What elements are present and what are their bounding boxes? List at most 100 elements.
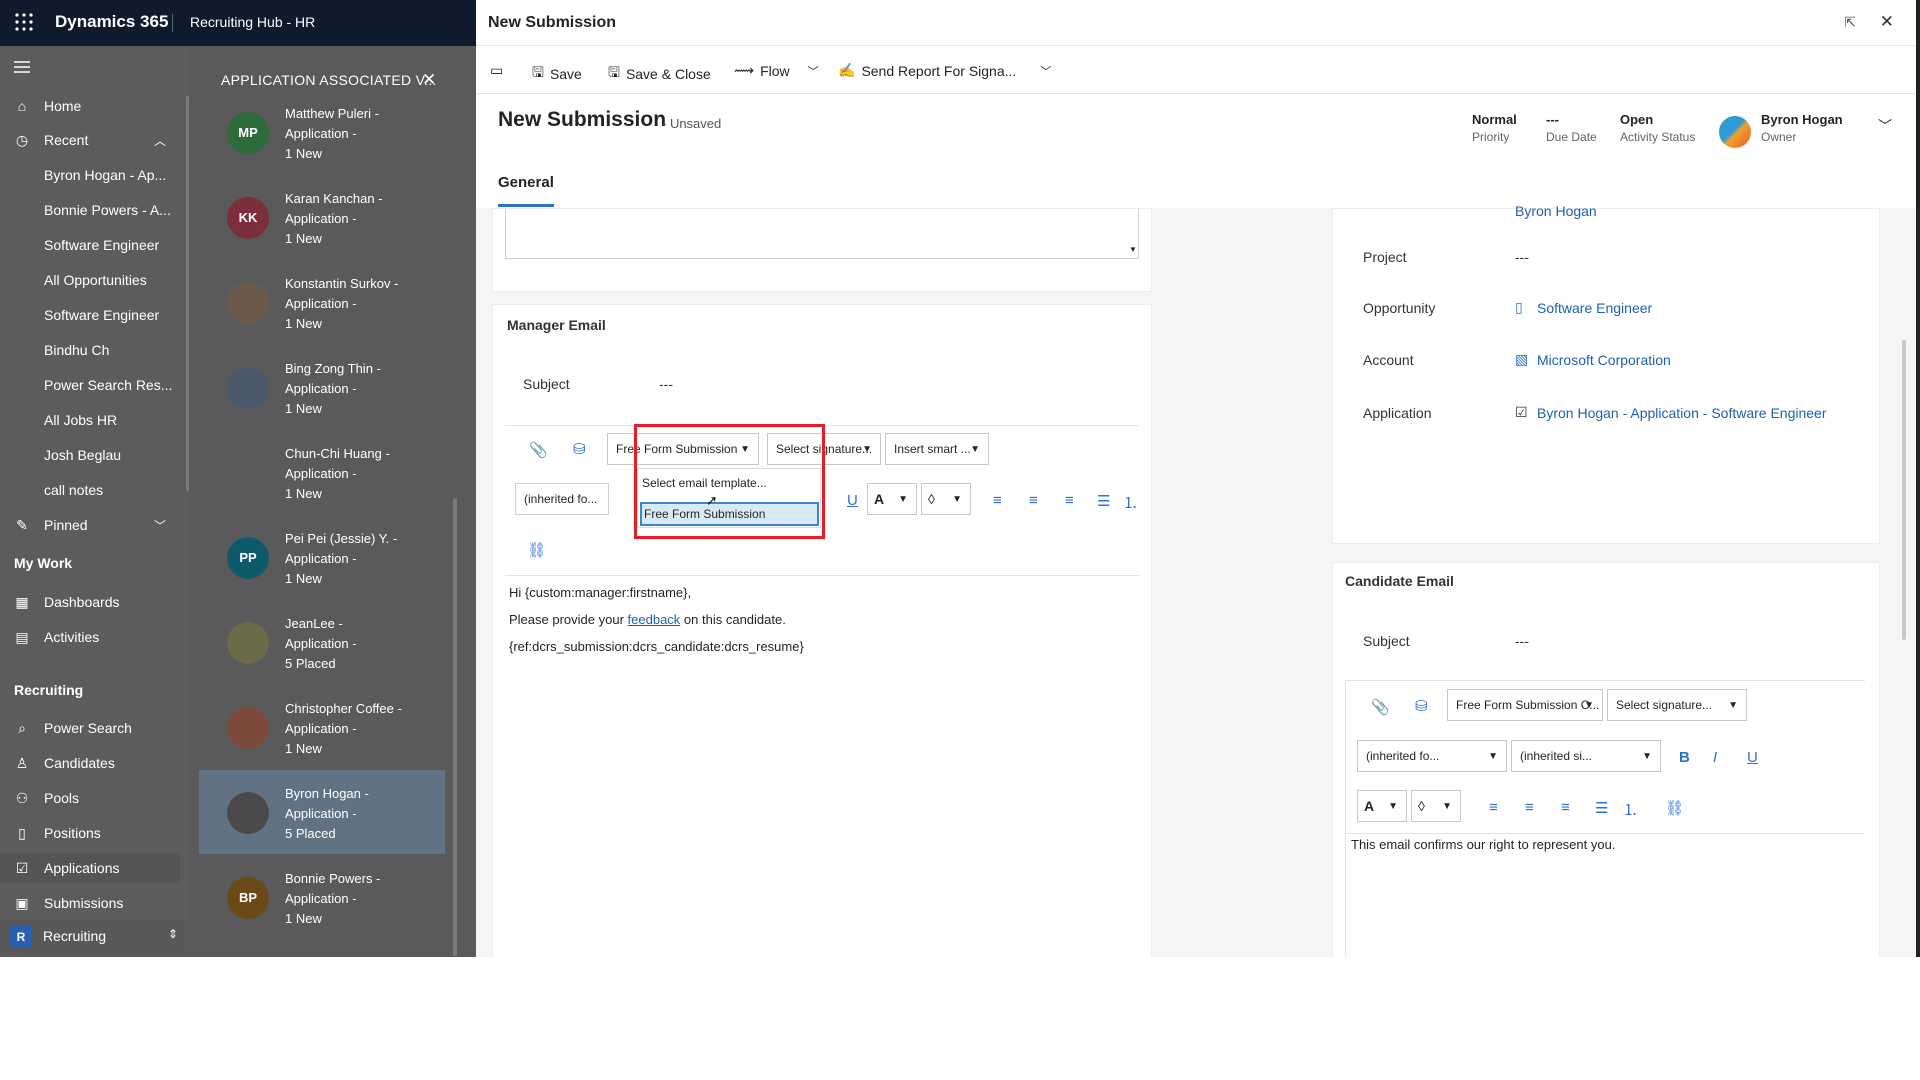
chevron-down-icon[interactable]: ﹀ [154,517,166,534]
list-item[interactable]: JeanLee - Application - 5 Placed [199,600,445,684]
recent-item[interactable]: Byron Hogan - Ap... [0,161,180,189]
align-right-icon[interactable]: ≡ [1561,799,1570,816]
bold-icon[interactable]: B [1679,749,1690,766]
align-center-icon[interactable]: ≡ [1525,799,1534,816]
list-item[interactable]: Byron Hogan - Application - 5 Placed [199,770,445,854]
subject-field[interactable]: --- [1515,633,1529,649]
nav-item-activities[interactable]: ▤ Activities [0,623,180,651]
attachment-icon[interactable]: 📎 [529,441,548,459]
list-item[interactable]: PP Pei Pei (Jessie) Y. - Application - 1 Ne… [199,515,445,599]
open-in-new-window-icon[interactable]: ⇱ [1844,14,1856,31]
align-right-icon[interactable]: ≡ [1065,492,1074,509]
recent-item[interactable]: Bonnie Powers - A... [0,196,180,224]
recent-item[interactable]: All Jobs HR [0,406,180,434]
account-link[interactable]: Microsoft Corporation [1537,352,1671,368]
highlight-color-picker[interactable]: ◊ ▼ [1411,790,1461,822]
nav-item-power-search[interactable]: ⌕ Power Search [0,714,180,742]
header-field-activity-status[interactable]: Open Activity Status [1620,112,1695,144]
email-body[interactable]: Hi {custom:manager:firstname}, Please pr… [509,579,804,660]
recent-item[interactable]: Software Engineer [0,301,180,329]
hamburger-icon[interactable] [14,60,30,74]
nav-item-candidates[interactable]: ♙ Candidates [0,749,180,777]
chevron-down-icon[interactable]: ﹀ [1878,116,1892,136]
app-brand[interactable]: Dynamics 365 [55,12,168,32]
subject-field[interactable]: --- [659,376,673,392]
align-center-icon[interactable]: ≡ [1029,492,1038,509]
size-select[interactable]: (inherited si... ▼ [1511,740,1661,772]
align-left-icon[interactable]: ≡ [993,492,1002,509]
template-select[interactable]: Free Form Submission C... ▼ [1447,689,1603,721]
align-left-icon[interactable]: ≡ [1489,799,1498,816]
signature-select[interactable]: Select signature... ▼ [1607,689,1747,721]
highlight-color-picker[interactable]: ◊ ▼ [921,483,971,515]
application-link[interactable]: Byron Hogan - Application - Software Eng… [1537,405,1827,421]
list-item[interactable]: Christopher Coffee - Application - 1 New [199,685,445,769]
app-launcher-icon[interactable] [14,12,34,32]
list-item[interactable]: Bing Zong Thin - Application - 1 New [199,345,445,429]
numbered-list-icon[interactable]: ⒈ [1123,492,1138,513]
database-icon[interactable]: ⛁ [573,440,586,458]
email-body[interactable]: This email confirms our right to represe… [1351,835,1615,855]
nav-item-submissions[interactable]: ▣ Submissions [0,889,180,917]
font-color-picker[interactable]: A ▼ [1357,790,1407,822]
clock-icon: ◷ [15,131,29,148]
feedback-link[interactable]: feedback [628,612,681,627]
nav-item-pools[interactable]: ⚇ Pools [0,784,180,812]
recent-item[interactable]: Josh Beglau [0,441,180,469]
database-icon[interactable]: ⛁ [1415,697,1428,715]
numbered-list-icon[interactable]: ⒈ [1623,799,1638,820]
recent-item[interactable]: Power Search Res... [0,371,180,399]
save-button[interactable]: 🖫 Save [532,62,582,86]
close-icon[interactable]: ✕ [1880,12,1894,32]
opportunity-link[interactable]: Software Engineer [1537,300,1652,316]
list-item[interactable]: MP Matthew Puleri - Application - 1 New [199,90,445,174]
nav-item-home[interactable]: ⌂ Home [0,92,180,120]
attachment-icon[interactable]: 📎 [1371,698,1390,716]
list-item[interactable]: Konstantin Surkov - Application - 1 New [199,260,445,344]
nav-item-positions[interactable]: ▯ Positions [0,819,180,847]
recent-label: call notes [44,482,104,498]
list-item[interactable]: Chun-Chi Huang - Application - 1 New [199,430,445,514]
link-icon[interactable]: ⛓ [527,541,546,559]
insert-smart-select[interactable]: Insert smart ... ▼ [885,433,989,465]
italic-icon[interactable]: I [1713,749,1717,766]
flow-button[interactable]: ⟿ Flow ﹀ [734,62,819,79]
dropdown-arrow-icon: ▼ [898,493,908,505]
link-icon[interactable]: ⛓ [1665,799,1684,817]
list-item[interactable]: BP Bonnie Powers - Application - 1 New [199,855,445,939]
font-color-picker[interactable]: A ▼ [867,483,917,515]
bullet-list-icon[interactable]: ☰ [1595,799,1608,817]
project-field[interactable]: --- [1515,249,1529,265]
header-field-due-date[interactable]: --- Due Date [1546,112,1597,144]
chevron-up-icon[interactable]: ︿ [154,132,166,149]
recent-item[interactable]: call notes [0,476,180,504]
description-textarea[interactable] [505,209,1139,259]
recent-item[interactable]: Software Engineer [0,231,180,259]
recent-item[interactable]: Bindhu Ch [0,336,180,364]
save-close-button[interactable]: 🖫 Save & Close [608,62,711,86]
underline-icon[interactable]: U [1747,749,1758,766]
app-window: Dynamics 365 Recruiting Hub - HR ⌂ Home ◷… [0,0,1920,957]
header-field-priority[interactable]: Normal Priority [1472,112,1517,144]
scrollbar[interactable] [1902,340,1906,640]
nav-item-pinned[interactable]: ✎ Pinned ﹀ [0,511,180,539]
recent-item[interactable]: All Opportunities [0,266,180,294]
app-area-name[interactable]: Recruiting Hub - HR [190,14,315,30]
list-item[interactable]: KK Karan Kanchan - Application - 1 New [199,175,445,259]
nav-item-dashboards[interactable]: ▦ Dashboards [0,588,180,616]
nav-item-recent[interactable]: ◷ Recent ︿ [0,126,180,154]
underline-icon[interactable]: U [847,492,858,509]
close-icon[interactable]: ✕ [422,70,436,90]
header-field-owner[interactable]: Byron Hogan Owner [1761,112,1843,144]
send-report-button[interactable]: ✍ Send Report For Signa... ﹀ [838,62,1051,79]
nav-item-applications[interactable]: ☑ Applications [0,854,180,882]
area-switcher[interactable]: R Recruiting ⇕ [0,919,189,955]
owner-lookup-partial[interactable]: Byron Hogan [1515,203,1597,219]
font-select[interactable]: (inherited fo... [515,483,609,515]
scrollbar[interactable] [453,498,457,956]
owner-link[interactable]: Byron Hogan [1761,112,1843,127]
form-toggle-icon[interactable]: ▭ [490,62,503,79]
font-select[interactable]: (inherited fo... ▼ [1357,740,1507,772]
bullet-list-icon[interactable]: ☰ [1097,492,1110,510]
tab-general[interactable]: General [498,174,554,191]
